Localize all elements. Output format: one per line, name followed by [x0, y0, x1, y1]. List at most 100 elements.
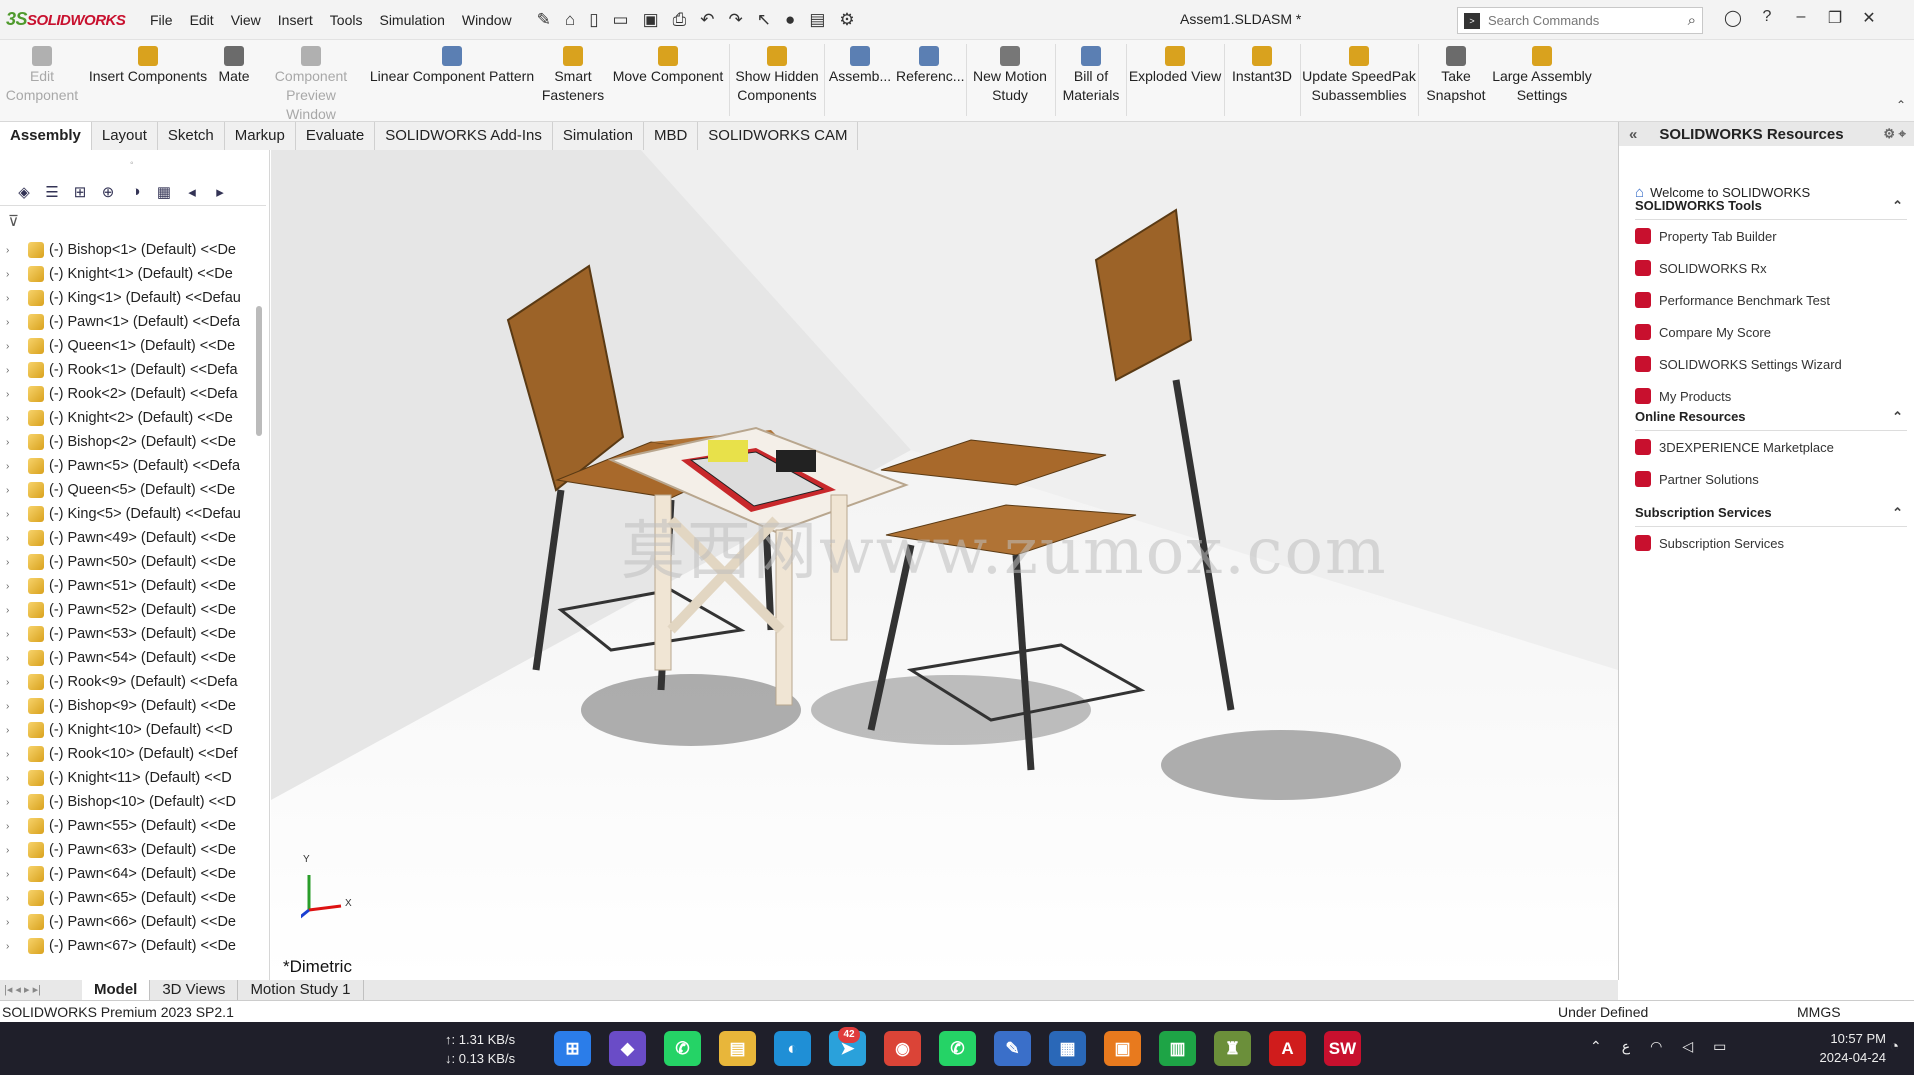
tab-markup[interactable]: Markup	[225, 122, 296, 150]
whatsapp-icon[interactable]: ✆	[664, 1031, 701, 1066]
property-manager-tab-icon[interactable]: ☰	[38, 183, 66, 201]
ribbon-button[interactable]: New Motion Study	[970, 46, 1050, 105]
ribbon-button[interactable]: Update SpeedPak Subassemblies	[1302, 46, 1416, 105]
expand-arrow-icon[interactable]: ›	[6, 677, 20, 688]
tree-scrollbar[interactable]	[256, 306, 262, 436]
tree-item[interactable]: › (-) Pawn<5> (Default) <<Defa	[0, 454, 256, 478]
notification-bell-icon[interactable]: ◔	[1890, 1038, 1899, 1055]
feature-manager-tab-icon[interactable]: ◈	[10, 183, 38, 201]
expand-arrow-icon[interactable]: ›	[6, 293, 20, 304]
chevron-up-icon[interactable]: ⌃	[1590, 1038, 1602, 1055]
tree-item[interactable]: › (-) Pawn<50> (Default) <<De	[0, 550, 256, 574]
tree-item[interactable]: › (-) Pawn<53> (Default) <<De	[0, 622, 256, 646]
ribbon-button[interactable]: Smart Fasteners	[538, 46, 608, 105]
ribbon-button[interactable]: Referenc...	[896, 46, 964, 86]
pane-settings-icon[interactable]: ⚙ ⌖	[1883, 126, 1906, 142]
expand-arrow-icon[interactable]: ›	[6, 797, 20, 808]
file-properties-icon[interactable]: ▤	[809, 10, 825, 30]
resource-link[interactable]: Property Tab Builder	[1635, 220, 1907, 252]
file-explorer-icon[interactable]: ▤	[719, 1031, 756, 1066]
section-header[interactable]: Online Resources ⌃	[1635, 407, 1907, 431]
expand-arrow-icon[interactable]: ›	[6, 245, 20, 256]
tree-item[interactable]: › (-) Pawn<54> (Default) <<De	[0, 646, 256, 670]
collapse-ribbon-icon[interactable]: ⌃	[1896, 98, 1906, 112]
expand-arrow-icon[interactable]: ›	[6, 269, 20, 280]
expand-arrow-icon[interactable]: ›	[6, 701, 20, 712]
undo-icon[interactable]: ↶	[700, 10, 714, 30]
volume-icon[interactable]: ◁	[1682, 1038, 1693, 1055]
help-icon[interactable]: ?	[1750, 8, 1784, 28]
expand-arrow-icon[interactable]: ›	[6, 581, 20, 592]
filter-icon[interactable]: ⊽	[8, 212, 19, 230]
expand-arrow-icon[interactable]: ›	[6, 773, 20, 784]
ribbon-button[interactable]: Exploded View	[1128, 46, 1222, 86]
tree-item[interactable]: › (-) Pawn<55> (Default) <<De	[0, 814, 256, 838]
menu-tools[interactable]: Tools	[330, 12, 363, 28]
expand-arrow-icon[interactable]: ›	[6, 437, 20, 448]
solidworks-icon[interactable]: SW	[1324, 1031, 1361, 1066]
close-button[interactable]: ✕	[1852, 8, 1886, 28]
resource-link[interactable]: Compare My Score	[1635, 316, 1907, 348]
collapse-chevron-icon[interactable]: ⌃	[1892, 409, 1903, 425]
whatsapp-2-icon[interactable]: ✆	[939, 1031, 976, 1066]
acrobat-icon[interactable]: A	[1269, 1031, 1306, 1066]
collapse-chevron-icon[interactable]: ⌃	[1892, 505, 1903, 521]
menu-view[interactable]: View	[231, 12, 261, 28]
open-icon[interactable]: ▭	[613, 10, 629, 30]
home-icon[interactable]: ⌂	[565, 10, 575, 30]
ribbon-button[interactable]: Insert Components	[88, 46, 208, 86]
select-icon[interactable]: ↖	[757, 10, 771, 30]
tree-item[interactable]: › (-) Knight<10> (Default) <<D	[0, 718, 256, 742]
windows-start-icon[interactable]: ⊞	[554, 1031, 591, 1066]
ribbon-button[interactable]: Show Hidden Components	[734, 46, 820, 105]
expand-arrow-icon[interactable]: ›	[6, 413, 20, 424]
section-header[interactable]: SOLIDWORKS Tools ⌃	[1635, 196, 1907, 220]
tab-assembly[interactable]: Assembly	[0, 122, 92, 150]
tab-mbd[interactable]: MBD	[644, 122, 699, 150]
expand-arrow-icon[interactable]: ›	[6, 821, 20, 832]
expand-arrow-icon[interactable]: ›	[6, 917, 20, 928]
menu-file[interactable]: File	[150, 12, 173, 28]
calendar-app-icon[interactable]: ▦	[1049, 1031, 1086, 1066]
copilot-icon[interactable]: ◆	[609, 1031, 646, 1066]
expand-arrow-icon[interactable]: ›	[6, 461, 20, 472]
tab-scroll-right-icon[interactable]: ▸	[206, 183, 234, 201]
dimxpert-tab-icon[interactable]: ⊕	[94, 183, 122, 201]
tree-item[interactable]: › (-) Bishop<9> (Default) <<De	[0, 694, 256, 718]
tree-item[interactable]: › (-) Pawn<66> (Default) <<De	[0, 910, 256, 934]
tree-item[interactable]: › (-) King<5> (Default) <<Defau	[0, 502, 256, 526]
tree-item[interactable]: › (-) Rook<2> (Default) <<Defa	[0, 382, 256, 406]
expand-arrow-icon[interactable]: ›	[6, 317, 20, 328]
expand-arrow-icon[interactable]: ›	[6, 533, 20, 544]
collapse-chevron-icon[interactable]: ⌃	[1892, 198, 1903, 214]
expand-arrow-icon[interactable]: ›	[6, 629, 20, 640]
expand-arrow-icon[interactable]: ›	[6, 845, 20, 856]
resource-link[interactable]: 3DEXPERIENCE Marketplace	[1635, 431, 1907, 463]
pen-app-icon[interactable]: ✎	[994, 1031, 1031, 1066]
display-manager-tab-icon[interactable]: ◑	[122, 183, 150, 200]
ribbon-button[interactable]: Mate	[212, 46, 256, 86]
edge-icon[interactable]: ◐	[774, 1031, 811, 1066]
pin-icon[interactable]: ✎	[537, 10, 551, 30]
tree-item[interactable]: › (-) Pawn<65> (Default) <<De	[0, 886, 256, 910]
menu-insert[interactable]: Insert	[278, 12, 313, 28]
tab-layout[interactable]: Layout	[92, 122, 158, 150]
tree-item[interactable]: › (-) Pawn<1> (Default) <<Defa	[0, 310, 256, 334]
traffic-light-icon[interactable]: ●	[785, 10, 795, 30]
ribbon-button[interactable]: Large Assembly Settings	[1492, 46, 1592, 105]
ribbon-button[interactable]: Instant3D	[1226, 46, 1298, 86]
tree-item[interactable]: › (-) Bishop<10> (Default) <<D	[0, 790, 256, 814]
unit-system[interactable]: MMGS	[1797, 1004, 1841, 1020]
tree-item[interactable]: › (-) Bishop<1> (Default) <<De	[0, 238, 256, 262]
tree-item[interactable]: › (-) King<1> (Default) <<Defau	[0, 286, 256, 310]
collapse-pane-icon[interactable]: «	[1629, 126, 1637, 143]
tree-item[interactable]: › (-) Pawn<52> (Default) <<De	[0, 598, 256, 622]
resource-link[interactable]: Performance Benchmark Test	[1635, 284, 1907, 316]
panel-handle-icon[interactable]: ◦	[130, 158, 134, 169]
ribbon-button[interactable]: Assemb...	[828, 46, 892, 86]
resource-link[interactable]: Subscription Services	[1635, 527, 1907, 559]
solidworks-logo[interactable]: 3SSOLIDWORKS	[6, 9, 146, 30]
tab-sketch[interactable]: Sketch	[158, 122, 225, 150]
bottom-tab-model[interactable]: Model	[82, 980, 151, 1000]
bottom-tab-3d-views[interactable]: 3D Views	[150, 980, 239, 1000]
